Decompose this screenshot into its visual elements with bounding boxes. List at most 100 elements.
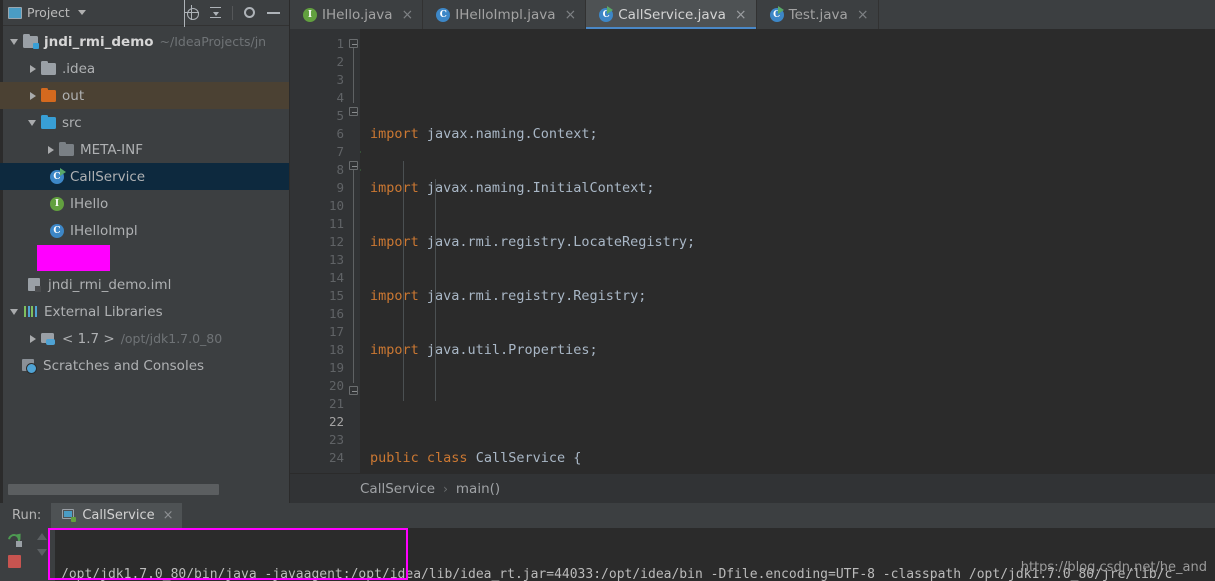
project-horizontal-scrollbar[interactable] <box>0 484 288 495</box>
tree-item-label: Scratches and Consoles <box>43 357 205 374</box>
tab-callservice-java[interactable]: C CallService.java × <box>586 0 757 29</box>
line-number: 5 <box>336 108 344 123</box>
tree-item-label: IHelloImpl <box>70 222 138 239</box>
interface-icon: I <box>301 7 317 22</box>
tree-item-src[interactable]: src <box>0 109 289 136</box>
scroll-down-icon[interactable] <box>36 549 47 556</box>
fold-region-line <box>353 170 354 383</box>
line-number: 8 <box>290 161 361 179</box>
line-number-gutter[interactable]: 1 2 3 4 5 6 7 8 9 10 11 12 13 14 15 16 1 <box>290 29 361 473</box>
code-folding-gutter[interactable] <box>348 29 360 473</box>
fold-marker-method[interactable] <box>349 161 358 170</box>
line-number: 21 <box>328 396 344 411</box>
tree-item-meta-inf[interactable]: META-INF <box>0 136 289 163</box>
folder-icon <box>40 87 57 103</box>
scrollbar-thumb[interactable] <box>8 484 219 495</box>
interface-icon: I <box>48 196 65 211</box>
code-line-7: public class CallService { <box>370 450 582 466</box>
tab-label: IHello.java <box>322 6 393 23</box>
tree-item-label: External Libraries <box>44 303 163 320</box>
fold-marker-imports-end[interactable] <box>349 107 358 116</box>
tree-item-ihelloimpl[interactable]: C IHelloImpl <box>0 217 289 244</box>
tab-label: CallService.java <box>618 6 726 23</box>
fold-marker-method-end[interactable] <box>349 386 358 395</box>
tab-ihelloimpl-java[interactable]: C IHelloImpl.java × <box>423 0 587 29</box>
breadcrumb: CallService › main() <box>290 473 1215 503</box>
collapse-all-icon[interactable] <box>208 5 223 20</box>
code-line-2: import javax.naming.InitialContext; <box>370 180 655 196</box>
close-icon[interactable]: × <box>565 8 577 22</box>
line-number: 14 <box>328 270 344 285</box>
editor-tab-bar: I IHello.java × C IHelloImpl.java × C Ca… <box>290 0 1215 29</box>
code-line-3: import java.rmi.registry.LocateRegistry; <box>370 234 696 250</box>
expand-arrow-icon[interactable] <box>44 143 57 156</box>
tab-test-java[interactable]: C Test.java × <box>757 0 879 29</box>
project-panel-title-group[interactable]: Project <box>8 5 86 20</box>
line-number: 15 <box>328 288 344 303</box>
breadcrumb-method[interactable]: main() <box>456 481 500 497</box>
tree-item-scratches-and-consoles[interactable]: Scratches and Consoles <box>0 352 289 379</box>
run-actions-toolbar <box>0 528 28 581</box>
jdk-icon <box>40 331 57 346</box>
settings-gear-icon[interactable] <box>242 5 257 20</box>
close-icon[interactable]: × <box>857 8 869 22</box>
close-icon[interactable]: × <box>163 508 174 523</box>
tree-item-path: /opt/jdk1.7.0_80 <box>120 331 223 346</box>
console-icon <box>61 509 77 522</box>
tree-item-redacted[interactable] <box>0 244 289 271</box>
line-number: 1 <box>336 36 344 51</box>
code-editor[interactable]: 1 2 3 4 5 6 7 8 9 10 11 12 13 14 15 16 1 <box>290 29 1215 473</box>
expand-arrow-icon[interactable] <box>26 89 39 102</box>
breadcrumb-class[interactable]: CallService <box>360 481 435 497</box>
tree-item-external-libraries[interactable]: External Libraries <box>0 298 289 325</box>
stop-icon[interactable] <box>7 555 21 568</box>
tree-item-jndi-rmi-demo[interactable]: jndi_rmi_demo ~/IdeaProjects/jn <box>0 28 289 55</box>
expand-arrow-icon[interactable] <box>26 116 39 129</box>
code-text[interactable]: import javax.naming.Context; import java… <box>360 29 1215 473</box>
line-number: 23 <box>328 432 344 447</box>
project-tool-window: Project jndi_rmi_demo ~/IdeaProjects/jn … <box>0 0 290 503</box>
console-scroll-toolbar <box>28 528 55 581</box>
tree-item-jdk[interactable]: < 1.7 > /opt/jdk1.7.0_80 <box>0 325 289 352</box>
close-icon[interactable]: × <box>402 8 414 22</box>
tab-ihello-java[interactable]: I IHello.java × <box>290 0 424 29</box>
line-number: 13 <box>328 252 344 267</box>
tree-item-ihello[interactable]: I IHello <box>0 190 289 217</box>
expand-arrow-icon[interactable] <box>8 35 21 48</box>
line-number: 12 <box>328 234 344 249</box>
rerun-icon[interactable] <box>5 531 24 549</box>
expand-arrow-icon[interactable] <box>26 332 39 345</box>
toolbar-divider <box>232 5 233 20</box>
line-number: 16 <box>328 306 344 321</box>
breadcrumb-separator-icon: › <box>443 481 448 496</box>
fold-region-line <box>353 48 354 103</box>
minimize-icon[interactable] <box>266 5 281 20</box>
expand-arrow-icon[interactable] <box>26 62 39 75</box>
tree-item-label: META-INF <box>80 141 144 158</box>
tree-item-callservice[interactable]: C CallService <box>0 163 289 190</box>
tab-label: Test.java <box>788 6 848 23</box>
tree-item-out[interactable]: out <box>0 82 289 109</box>
tree-item-iml-file[interactable]: jndi_rmi_demo.iml <box>0 271 289 298</box>
watermark-text: https://blog.csdn.net/he_and <box>1020 560 1207 575</box>
line-number: 7 <box>290 143 361 161</box>
line-number: 4 <box>336 90 344 105</box>
scroll-up-icon[interactable] <box>36 533 47 540</box>
top-area: Project jndi_rmi_demo ~/IdeaProjects/jn … <box>0 0 1215 503</box>
fold-marker-imports[interactable] <box>349 39 358 48</box>
chevron-down-icon[interactable] <box>77 10 86 15</box>
project-tree[interactable]: jndi_rmi_demo ~/IdeaProjects/jn .idea ou… <box>0 26 289 503</box>
class-icon: C <box>48 223 65 238</box>
locate-icon[interactable] <box>184 5 199 20</box>
run-tab-bar: Run: CallService × <box>0 503 1215 528</box>
line-number: 11 <box>328 216 344 231</box>
run-tab-callservice[interactable]: CallService × <box>51 503 182 528</box>
tree-item-label: < 1.7 > <box>62 330 115 347</box>
tree-item-idea[interactable]: .idea <box>0 55 289 82</box>
expand-arrow-icon[interactable] <box>8 305 21 318</box>
close-icon[interactable]: × <box>735 8 747 22</box>
project-panel-toolbar <box>184 5 285 20</box>
indent-guide <box>435 179 436 401</box>
class-runnable-icon: C <box>48 168 66 184</box>
module-icon <box>22 33 39 49</box>
